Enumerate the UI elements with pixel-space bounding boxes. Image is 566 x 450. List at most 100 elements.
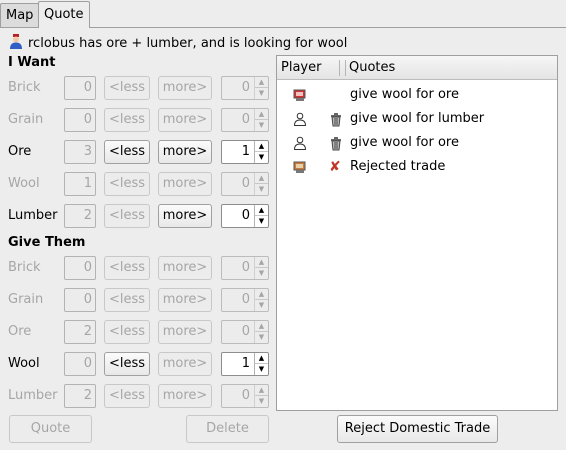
less-button[interactable]: <less	[104, 140, 150, 164]
spin-up-icon[interactable]: ▲	[255, 257, 268, 268]
more-button[interactable]: more>	[158, 288, 212, 312]
give-row-grain: Grain 0 <less more> 0 ▲ ▼	[8, 288, 270, 312]
amount-spinner[interactable]: 0 ▲ ▼	[221, 108, 269, 132]
less-button[interactable]: <less	[104, 288, 150, 312]
amount-value: 1	[241, 144, 250, 159]
delete-button[interactable]: Delete	[186, 415, 269, 443]
spin-down-icon[interactable]: ▼	[255, 396, 268, 407]
spin-up-icon[interactable]: ▲	[255, 141, 268, 152]
give-row-ore: Ore 2 <less more> 0 ▲ ▼	[8, 320, 270, 344]
give-row-wool: Wool 0 <less more> 1 ▲ ▼	[8, 352, 270, 376]
quote-text: give wool for lumber	[350, 111, 485, 126]
spin-down-icon[interactable]: ▼	[255, 332, 268, 343]
available-count: 2	[64, 384, 96, 408]
available-count: 1	[64, 172, 96, 196]
available-count: 0	[64, 352, 96, 376]
amount-value: 0	[241, 324, 250, 339]
amount-value: 0	[241, 112, 250, 127]
more-button[interactable]: more>	[158, 352, 212, 376]
spin-up-icon[interactable]: ▲	[255, 353, 268, 364]
spin-down-icon[interactable]: ▼	[255, 268, 268, 279]
more-button[interactable]: more>	[158, 320, 212, 344]
spin-up-icon[interactable]: ▲	[255, 321, 268, 332]
spin-up-icon[interactable]: ▲	[255, 205, 268, 216]
give-row-brick: Brick 0 <less more> 0 ▲ ▼	[8, 256, 270, 280]
available-count: 0	[64, 288, 96, 312]
less-button[interactable]: <less	[104, 108, 150, 132]
quote-button[interactable]: Quote	[9, 415, 92, 443]
spin-down-icon[interactable]: ▼	[255, 300, 268, 311]
want-row-lumber: Lumber 2 <less more> 0 ▲ ▼	[8, 204, 270, 228]
trash-can-icon[interactable]	[329, 112, 343, 131]
spin-up-icon[interactable]: ▲	[255, 77, 268, 88]
amount-spinner[interactable]: 0 ▲ ▼	[221, 256, 269, 280]
amount-value: 0	[241, 260, 250, 275]
more-button[interactable]: more>	[158, 204, 212, 228]
more-button[interactable]: more>	[158, 140, 212, 164]
available-count: 2	[64, 204, 96, 228]
status-text: rclobus has ore + lumber, and is looking…	[28, 35, 348, 51]
amount-spinner[interactable]: 1 ▲ ▼	[221, 140, 269, 164]
amount-spinner[interactable]: 0 ▲ ▼	[221, 288, 269, 312]
human-player-icon	[293, 112, 307, 130]
available-count: 3	[64, 140, 96, 164]
player-column-header[interactable]: Player	[277, 56, 321, 80]
tab-quote[interactable]: Quote	[38, 1, 90, 28]
spin-down-icon[interactable]: ▼	[255, 88, 268, 99]
amount-spinner[interactable]: 1 ▲ ▼	[221, 352, 269, 376]
more-button[interactable]: more>	[158, 108, 212, 132]
spin-up-icon[interactable]: ▲	[255, 109, 268, 120]
amount-spinner[interactable]: 0 ▲ ▼	[221, 76, 269, 100]
spin-down-icon[interactable]: ▼	[255, 120, 268, 131]
resource-label: Lumber	[8, 388, 58, 403]
human-player-icon	[293, 136, 307, 154]
less-button[interactable]: <less	[104, 352, 150, 376]
reject-domestic-trade-button[interactable]: Reject Domestic Trade	[337, 415, 498, 443]
give-row-lumber: Lumber 2 <less more> 0 ▲ ▼	[8, 384, 270, 408]
less-button[interactable]: <less	[104, 384, 150, 408]
quotes-header: Player Quotes	[277, 56, 557, 80]
quote-text: Rejected trade	[350, 159, 446, 174]
spin-down-icon[interactable]: ▼	[255, 364, 268, 375]
spin-up-icon[interactable]: ▲	[255, 385, 268, 396]
spin-up-icon[interactable]: ▲	[255, 173, 268, 184]
tab-map[interactable]: Map	[0, 3, 40, 28]
more-button[interactable]: more>	[158, 76, 212, 100]
quote-row[interactable]: give wool for ore	[277, 132, 557, 156]
amount-spinner[interactable]: 0 ▲ ▼	[221, 384, 269, 408]
i-want-heading: I Want	[8, 55, 56, 70]
quote-text: give wool for ore	[350, 135, 459, 150]
quote-row[interactable]: give wool for lumber	[277, 108, 557, 132]
spin-down-icon[interactable]: ▼	[255, 184, 268, 195]
resource-label: Wool	[8, 356, 40, 371]
trash-can-icon[interactable]	[329, 136, 343, 155]
more-button[interactable]: more>	[158, 172, 212, 196]
amount-value: 0	[241, 208, 250, 223]
amount-value: 0	[241, 80, 250, 95]
amount-value: 0	[241, 388, 250, 403]
less-button[interactable]: <less	[104, 76, 150, 100]
quote-row[interactable]: ✘ Rejected trade	[277, 156, 557, 180]
amount-spinner[interactable]: 0 ▲ ▼	[221, 320, 269, 344]
more-button[interactable]: more>	[158, 256, 212, 280]
spin-down-icon[interactable]: ▼	[255, 152, 268, 163]
want-row-grain: Grain 0 <less more> 0 ▲ ▼	[8, 108, 270, 132]
less-button[interactable]: <less	[104, 204, 150, 228]
less-button[interactable]: <less	[104, 256, 150, 280]
tab-bar: Map Quote	[0, 0, 566, 28]
more-button[interactable]: more>	[158, 384, 212, 408]
amount-spinner[interactable]: 0 ▲ ▼	[221, 172, 269, 196]
computer-player-icon	[293, 160, 307, 178]
less-button[interactable]: <less	[104, 172, 150, 196]
spin-up-icon[interactable]: ▲	[255, 289, 268, 300]
amount-spinner[interactable]: 0 ▲ ▼	[221, 204, 269, 228]
resource-label: Lumber	[8, 208, 58, 223]
quote-row[interactable]: give wool for ore	[277, 84, 557, 108]
resource-label: Grain	[8, 112, 44, 127]
reject-x-icon: ✘	[329, 159, 341, 175]
spin-down-icon[interactable]: ▼	[255, 216, 268, 227]
less-button[interactable]: <less	[104, 320, 150, 344]
quotes-column-header[interactable]: Quotes	[345, 56, 395, 80]
give-them-heading: Give Them	[8, 235, 86, 250]
quotes-list[interactable]: Player Quotes give wool for ore give woo…	[276, 55, 558, 411]
